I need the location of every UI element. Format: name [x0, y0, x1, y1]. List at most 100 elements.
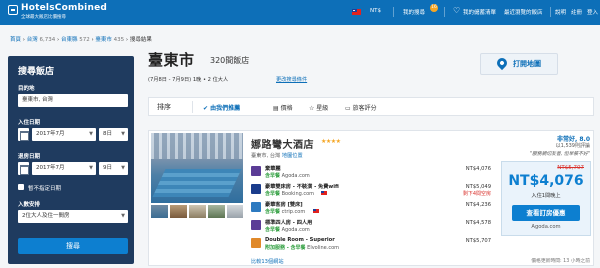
guests-select[interactable]: 2位大人及住一間房 ▼ — [18, 210, 128, 223]
sort-recommended-label: 由我們推薦 — [210, 105, 241, 112]
checkout-day-select[interactable]: 9日 ▼ — [99, 162, 128, 175]
my-search-count-badge: 16 — [430, 4, 438, 12]
hotelscombined-logo[interactable]: HotelsCombined 全球最大飯店比價搜尋 — [8, 3, 107, 23]
chevron-down-icon: ▼ — [121, 131, 125, 137]
breadcrumb-separator: › — [91, 37, 94, 43]
chevron-down-icon: ▼ — [121, 213, 125, 219]
offer-price: NT$5,707 — [465, 238, 491, 244]
thumbnail-image[interactable] — [189, 205, 206, 218]
register-link[interactable]: 註冊 — [571, 8, 582, 16]
offer-site: Elvoline.com — [307, 245, 340, 251]
no-dates-checkbox[interactable] — [18, 184, 24, 190]
checkout-month-value: 2017年7月 — [36, 165, 65, 171]
best-deal-box: NT$5,707 NT$4,076 入住1間晚上 查看訂房優惠 Agoda.co… — [501, 161, 591, 236]
sort-label: 排序 — [157, 103, 171, 111]
help-link[interactable]: 說明 — [555, 8, 566, 16]
currency-selector[interactable]: NT$ — [370, 8, 381, 14]
checkout-month-select[interactable]: 2017年7月 ▼ — [32, 162, 96, 175]
checkin-day-select[interactable]: 8日 ▼ — [99, 128, 128, 141]
agoda-logo-icon — [251, 166, 261, 176]
checkin-month-select[interactable]: 2017年7月 ▼ — [32, 128, 96, 141]
open-map-label: 打開地圖 — [513, 60, 541, 68]
offer-site: ctrip.com — [281, 209, 306, 215]
breadcrumb-country[interactable]: 台灣 — [27, 37, 38, 43]
login-link[interactable]: 登入 — [587, 8, 598, 16]
my-search-link[interactable]: 我的搜尋 — [403, 8, 425, 16]
best-price: NT$4,076 — [508, 173, 584, 189]
breadcrumb-home[interactable]: 首頁 — [10, 37, 21, 43]
provider-offer-row[interactable]: 標準四人房 - 四人用 含早餐 Agoda.com NT$4,578 — [251, 219, 491, 235]
checkin-month-value: 2017年7月 — [36, 131, 65, 137]
thumbnail-image[interactable] — [170, 205, 187, 218]
provider-offer-row[interactable]: Double Room - Superior 附加服務 - 含早餐 Elvoli… — [251, 237, 491, 253]
offer-site: Booking.com — [281, 191, 315, 197]
offer-price: NT$4,578 — [465, 220, 491, 226]
offer-room-name: Double Room - Superior — [265, 237, 335, 243]
results-count: 320間飯店 — [210, 56, 250, 65]
checkout-calendar-icon[interactable] — [18, 162, 29, 175]
recently-viewed-link[interactable]: 最近瀏覽的飯店 — [504, 8, 543, 16]
ctrip-logo-icon — [251, 202, 261, 212]
offer-inclusion: 附加服務 - 含早餐 — [265, 245, 306, 251]
offer-site: Agoda.com — [281, 173, 310, 179]
sort-guest-rating[interactable]: ▭ 旅客評分 — [345, 103, 377, 112]
compare-sites-link[interactable]: 比較13個網站 — [251, 258, 284, 265]
breadcrumb-region-count: 572 — [79, 37, 90, 43]
offer-inclusion: 含早餐 — [265, 227, 281, 233]
sort-price[interactable]: ▤ 價格 — [273, 103, 293, 112]
nav-divider — [550, 7, 551, 17]
search-sidebar: 搜尋飯店 目的地 臺東市, 台灣 入住日期 2017年7月 ▼ 8日 ▼ 退房日… — [8, 56, 134, 264]
review-quote: "服務親切友善, 但早餐不好" — [529, 152, 590, 157]
taiwan-flag-icon — [313, 209, 319, 213]
thumbnail-image[interactable] — [208, 205, 225, 218]
hotel-star-rating: ★★★★ — [321, 138, 341, 145]
taiwan-flag-icon[interactable] — [352, 9, 361, 15]
offer-provider: 附加服務 - 含早餐 Elvoline.com — [265, 244, 339, 251]
checkin-label: 入住日期 — [18, 120, 41, 126]
elvoline-logo-icon — [251, 238, 261, 248]
hotel-photo[interactable] — [151, 133, 243, 203]
sort-stars[interactable]: ☆ 星級 — [309, 103, 328, 112]
sort-recommended[interactable]: ✔ 由我們推薦 — [203, 103, 240, 112]
booking-logo-icon — [251, 184, 261, 194]
hotel-thumbnails — [151, 205, 243, 218]
offer-site: Agoda.com — [281, 227, 310, 233]
map-location-link[interactable]: 地圖位置 — [282, 153, 303, 159]
breadcrumb-region[interactable]: 台東縣 — [61, 37, 78, 43]
breadcrumb-separator: › — [56, 37, 60, 43]
offer-provider: 含早餐 Agoda.com — [265, 226, 310, 233]
chevron-down-icon: ▼ — [89, 165, 93, 171]
offer-room-name: 豪華雙床房 - 不裝潢 - 免費wifi — [265, 184, 339, 190]
results-city-title: 臺東市 — [148, 51, 195, 69]
saved-list-link[interactable]: 我的儲蓄清單 — [463, 8, 496, 16]
provider-offer-row[interactable]: 豪華客房 [雙床] 含早餐 ctrip.com NT$4,236 — [251, 201, 491, 217]
nav-divider — [444, 7, 445, 17]
breadcrumb-city[interactable]: 臺東市 — [95, 37, 112, 43]
breadcrumb-current: 搜尋結果 — [129, 37, 152, 43]
modify-search-link[interactable]: 更改搜尋條件 — [276, 76, 307, 83]
guests-label: 入數安排 — [18, 202, 41, 208]
provider-offer-row[interactable]: 棄華麗 含早餐 Agoda.com NT$4,076 — [251, 165, 491, 181]
price-column: 非常好, 8.0 以1,539則評論 "服務親切友善, 但早餐不好" NT$5,… — [497, 131, 594, 265]
offer-inclusion: 含早餐 — [265, 191, 281, 197]
heart-icon[interactable]: ♡ — [453, 6, 460, 16]
view-deal-button[interactable]: 查看訂房優惠 — [512, 205, 580, 221]
offer-room-name: 標準四人房 - 四人用 — [265, 220, 313, 226]
logo-text: HotelsCombined — [21, 3, 108, 13]
review-count-link[interactable]: 以1,539則評論 — [556, 142, 590, 149]
thumbnail-image[interactable] — [227, 205, 243, 218]
hotel-name[interactable]: 娜路彎大酒店 — [251, 136, 314, 151]
nav-divider — [393, 7, 394, 17]
thumbnail-image[interactable] — [151, 205, 168, 218]
provider-offer-row[interactable]: 豪華雙床房 - 不裝潢 - 免費wifi 含早餐 Booking.com NT$… — [251, 183, 491, 199]
destination-label: 目的地 — [18, 86, 35, 92]
checkin-day-value: 8日 — [103, 131, 112, 137]
price-per-night-label: 入住1間晚上 — [531, 193, 561, 199]
search-button[interactable]: 搜尋 — [18, 238, 128, 254]
destination-input[interactable]: 臺東市, 台灣 — [18, 94, 128, 107]
top-navigation-bar: HotelsCombined 全球最大飯店比價搜尋 NT$ 我的搜尋 16 ♡ … — [0, 0, 600, 25]
offer-room-name: 棄華麗 — [265, 166, 281, 172]
checkin-calendar-icon[interactable] — [18, 128, 29, 141]
chevron-down-icon: ▼ — [121, 165, 125, 171]
open-map-button[interactable]: 打開地圖 — [480, 53, 558, 75]
